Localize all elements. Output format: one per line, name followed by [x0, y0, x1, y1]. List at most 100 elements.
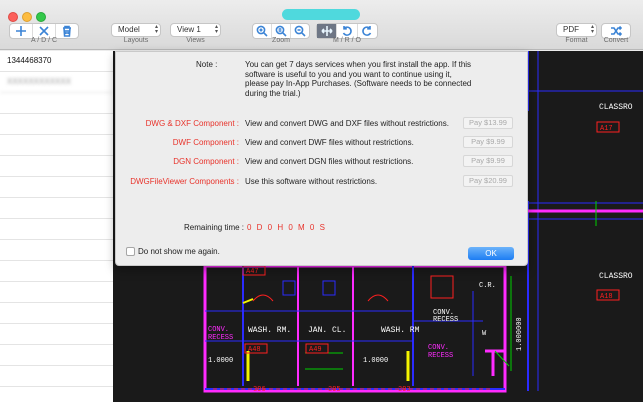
dimension-label: 1.0000 — [363, 357, 388, 365]
do-not-show-checkbox[interactable] — [126, 247, 135, 256]
component-description: View and convert DWG and DXF files witho… — [245, 119, 449, 128]
zoom-fit-icon — [275, 25, 287, 37]
room-label: JAN. CL. — [308, 326, 346, 335]
rotate-icon — [342, 26, 352, 36]
updown-arrows-icon: ▴ ▾ — [590, 24, 594, 35]
list-item[interactable] — [0, 345, 113, 366]
toolbar-label-format: Format — [565, 37, 588, 44]
ok-button[interactable]: OK — [468, 247, 514, 260]
list-item[interactable] — [0, 198, 113, 219]
in-app-purchase-dialog: Note : You can get 7 days services when … — [115, 51, 528, 266]
toolbar-label-convert: Convert — [603, 37, 629, 44]
toolbar-label-zoom: Zoom — [272, 37, 290, 44]
toolbar-label-mro: M / R / O — [333, 37, 361, 44]
orbit-button[interactable] — [358, 24, 377, 38]
toolbar: A / D / C Model ▴ ▾ Layouts View 1 ▴ ▾ Vie… — [0, 0, 643, 50]
zoom-window-button[interactable] — [36, 12, 46, 22]
room-label: CLASSRO — [599, 272, 633, 281]
room-label: CLASSRO — [599, 103, 633, 112]
zoom-fit-button[interactable] — [272, 24, 291, 38]
room-label: RECESS — [428, 352, 453, 360]
list-item[interactable] — [0, 387, 113, 402]
tag-label: 395 — [328, 386, 341, 394]
list-item[interactable] — [0, 219, 113, 240]
tag-label: 393 — [398, 386, 411, 394]
component-name: DWF Component : — [172, 138, 239, 147]
list-item[interactable]: XXXXXXXXXXXX — [0, 72, 113, 93]
format-popup-value: PDF — [563, 25, 579, 34]
component-description: View and convert DGN files without restr… — [245, 157, 414, 166]
list-item[interactable] — [0, 324, 113, 345]
shuffle-icon — [611, 25, 622, 37]
app-window: A / D / C Model ▴ ▾ Layouts View 1 ▴ ▾ Vie… — [0, 0, 643, 402]
window-title-bar-indicator — [282, 9, 360, 20]
tag-label: A18 — [600, 293, 613, 301]
list-item[interactable] — [0, 93, 113, 114]
list-item[interactable]: 1344468370 — [0, 51, 113, 72]
layouts-popup-value: Model — [118, 25, 140, 34]
rotate-button[interactable] — [337, 24, 358, 38]
list-item[interactable] — [0, 366, 113, 387]
list-item[interactable] — [0, 135, 113, 156]
convert-button[interactable] — [602, 24, 630, 38]
list-item[interactable] — [0, 303, 113, 324]
remaining-time-label: Remaining time : — [184, 223, 245, 232]
room-label: W — [482, 330, 487, 338]
remaining-time-value: 0 D 0 H 0 M 0 S — [247, 223, 327, 232]
updown-arrows-icon: ▴ ▾ — [154, 24, 158, 35]
note-label: Note : — [196, 60, 218, 69]
tag-label: A49 — [309, 346, 322, 354]
room-label: CONV. — [208, 326, 229, 334]
clear-button[interactable] — [56, 24, 78, 38]
component-description: View and convert DWF files without restr… — [245, 138, 414, 147]
pay-all-components-button[interactable]: Pay $20.99 — [463, 175, 513, 187]
move-arrows-icon — [321, 26, 333, 36]
pay-dwf-button[interactable]: Pay $9.99 — [463, 136, 513, 148]
list-item[interactable] — [0, 156, 113, 177]
move-button[interactable] — [317, 24, 338, 38]
dimension-label: 1.0000 — [208, 357, 233, 365]
add-button[interactable] — [10, 24, 33, 38]
pay-dwg-dxf-button[interactable]: Pay $13.99 — [463, 117, 513, 129]
list-item[interactable] — [0, 282, 113, 303]
layouts-popup[interactable]: Model ▴ ▾ — [111, 23, 161, 37]
updown-arrows-icon: ▴ ▾ — [214, 24, 218, 35]
list-item[interactable] — [0, 261, 113, 282]
file-list: 1344468370 XXXXXXXXXXXX — [0, 51, 113, 402]
room-label: WASH. RM — [381, 326, 420, 335]
zoom-in-icon — [256, 25, 268, 37]
views-popup[interactable]: View 1 ▴ ▾ — [170, 23, 221, 37]
toolbar-label-adc: A / D / C — [30, 37, 58, 44]
orbit-icon — [362, 26, 372, 36]
list-item[interactable] — [0, 114, 113, 135]
format-popup[interactable]: PDF ▴ ▾ — [556, 23, 597, 37]
x-icon — [39, 26, 49, 36]
room-label: RECESS — [433, 316, 458, 324]
component-name: DWGFileViewer Components : — [130, 177, 239, 186]
zoom-out-button[interactable] — [291, 24, 309, 38]
close-window-button[interactable] — [8, 12, 18, 22]
trash-icon — [63, 25, 71, 37]
room-label: CONV. — [428, 344, 449, 352]
minimize-window-button[interactable] — [22, 12, 32, 22]
toolbar-label-layouts: Layouts — [123, 37, 149, 44]
list-item[interactable] — [0, 177, 113, 198]
delete-button[interactable] — [33, 24, 56, 38]
pay-dgn-button[interactable]: Pay $9.99 — [463, 155, 513, 167]
zoom-out-icon — [294, 25, 306, 37]
component-name: DWG & DXF Component : — [145, 119, 239, 128]
tag-label: A47 — [246, 268, 259, 276]
room-label: WASH. RM. — [248, 326, 291, 335]
component-name: DGN Component : — [173, 157, 239, 166]
tag-label: 396 — [253, 386, 266, 394]
tag-label: A17 — [600, 125, 613, 133]
list-item[interactable] — [0, 240, 113, 261]
do-not-show-label[interactable]: Do not show me again. — [138, 247, 220, 256]
room-label: C.R. — [479, 282, 496, 290]
component-description: Use this software without restrictions. — [245, 177, 378, 186]
views-popup-value: View 1 — [177, 25, 201, 34]
dimension-label: 1.000000 — [516, 317, 524, 351]
toolbar-label-views: Views — [186, 37, 205, 44]
zoom-in-button[interactable] — [253, 24, 272, 38]
tag-label: A48 — [248, 346, 261, 354]
